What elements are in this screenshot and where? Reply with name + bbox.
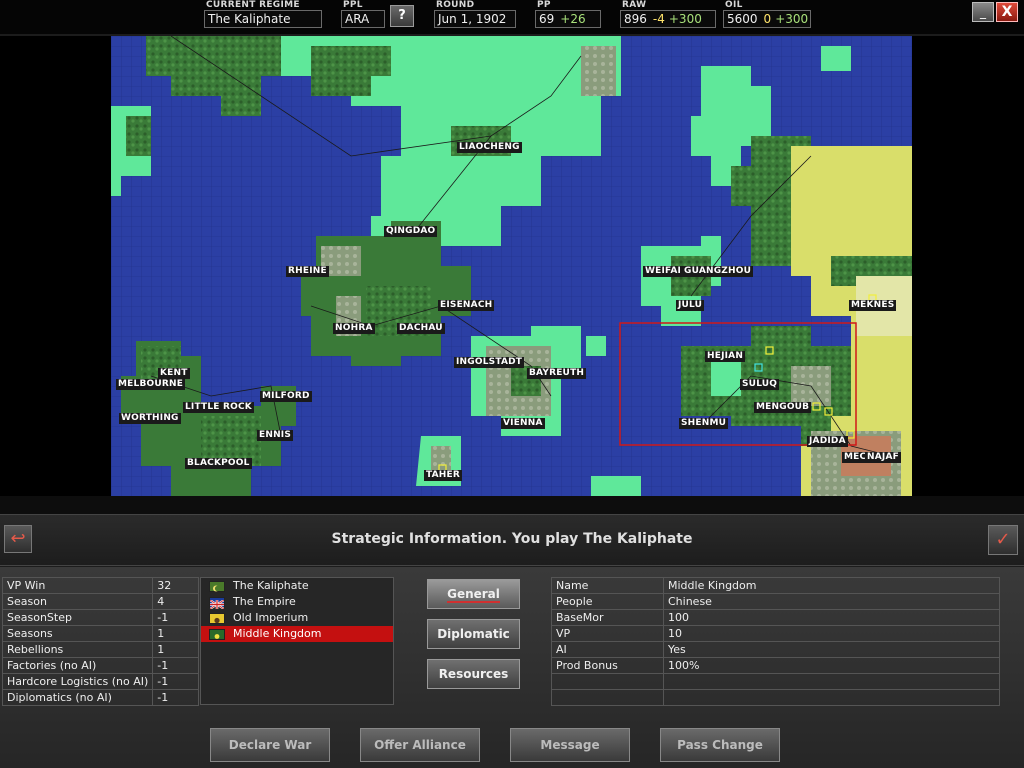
city-label[interactable]: NOHRA — [333, 323, 375, 334]
city-label[interactable]: EISENACH — [438, 300, 495, 311]
city-label[interactable]: BLACKPOOL — [185, 458, 252, 469]
city-label[interactable]: LIAOCHENG — [457, 142, 522, 153]
minimize-button[interactable]: _ — [972, 2, 994, 22]
city-label[interactable]: JULU — [676, 300, 705, 311]
city-label[interactable]: NAJAF — [865, 452, 901, 463]
city-label[interactable]: HEJIAN — [705, 351, 746, 362]
city-label[interactable]: INGOLSTADT — [454, 357, 525, 368]
regime-label: CURRENT REGIME — [206, 0, 300, 10]
middle-kingdom-flag-icon — [209, 629, 225, 640]
city-label[interactable]: JADIDA — [807, 436, 848, 447]
map-border-left — [0, 36, 111, 496]
confirm-button[interactable]: ✓ — [988, 525, 1018, 555]
top-status-bar: CURRENT REGIME The Kaliphate PPL ARA ? R… — [0, 0, 1024, 34]
current-regime-field: The Kaliphate — [204, 10, 322, 28]
tab-general[interactable]: General — [427, 579, 520, 609]
city-label[interactable]: MENGOUB — [754, 402, 812, 413]
city-label[interactable]: QINGDAO — [384, 226, 438, 237]
city-label[interactable]: MELBOURNE — [116, 379, 186, 390]
tab-resources[interactable]: Resources — [427, 659, 520, 689]
city-label[interactable]: ENNIS — [257, 430, 294, 441]
table-row — [551, 673, 1000, 690]
map-bottom-border — [0, 496, 1024, 514]
regime-item-middle-kingdom[interactable]: Middle Kingdom — [201, 626, 393, 642]
strategic-map[interactable]: LIAOCHENG QINGDAO RHEINE EISENACH NOHRA … — [111, 36, 912, 496]
round-label: ROUND — [436, 0, 475, 10]
table-row: AI Yes — [551, 641, 1000, 658]
regime-item-kaliphate[interactable]: The Kaliphate — [201, 578, 393, 594]
message-button[interactable]: Message — [510, 728, 630, 762]
raw-label: RAW — [622, 0, 647, 10]
table-row: People Chinese — [551, 593, 1000, 610]
oil-label: OIL — [725, 0, 743, 10]
city-label[interactable]: VIENNA — [501, 418, 545, 429]
table-row — [551, 689, 1000, 706]
regime-list: The Kaliphate The Empire Old Imperium Mi… — [200, 577, 394, 705]
city-label[interactable]: KENT — [158, 368, 190, 379]
ppl-label: PPL — [343, 0, 363, 10]
close-button[interactable]: X — [996, 2, 1018, 22]
city-label[interactable]: SULUQ — [740, 379, 780, 390]
tab-diplomatic[interactable]: Diplomatic — [427, 619, 520, 649]
empire-flag-icon — [209, 597, 225, 610]
table-row: Name Middle Kingdom — [551, 577, 1000, 594]
declare-war-button[interactable]: Declare War — [210, 728, 330, 762]
table-row: BaseMor 100 — [551, 609, 1000, 626]
table-row: VP Win 32 — [1, 577, 200, 594]
city-label[interactable]: MILFORD — [260, 391, 312, 402]
oil-field: 5600 0 +300 — [723, 10, 811, 28]
city-label[interactable]: LITTLE ROCK — [183, 402, 254, 413]
strategic-info-panel: VP Win 32 Season 4 SeasonStep -1 Seasons 1 R… — [0, 567, 1024, 768]
pass-change-button[interactable]: Pass Change — [660, 728, 780, 762]
strategic-info-message: Strategic Information. You play The Kali… — [331, 531, 693, 547]
round-field: Jun 1, 1902 — [434, 10, 516, 28]
city-label[interactable]: GUANGZHOU — [682, 266, 754, 277]
city-label[interactable]: RHEINE — [286, 266, 329, 277]
message-bar: ↩ Strategic Information. You play The Ka… — [0, 514, 1024, 566]
city-label[interactable]: DACHAU — [397, 323, 445, 334]
imperium-flag-icon — [209, 613, 225, 624]
pp-field: 69 +26 — [535, 10, 601, 28]
regime-item-empire[interactable]: The Empire — [201, 594, 393, 610]
city-label[interactable]: SHENMU — [679, 418, 729, 429]
city-label[interactable]: WORTHING — [119, 413, 181, 424]
map-border-right — [912, 36, 1024, 496]
table-row: Rebellions 1 — [1, 641, 200, 658]
regime-info-table: Name Middle Kingdom People Chinese BaseMor… — [551, 577, 1000, 706]
city-label[interactable]: MEKNES — [849, 300, 897, 311]
table-row: Hardcore Logistics (no AI) -1 — [1, 673, 200, 690]
offer-alliance-button[interactable]: Offer Alliance — [360, 728, 480, 762]
table-row: Season 4 — [1, 593, 200, 610]
ppl-field: ARA — [341, 10, 385, 28]
raw-field: 896 -4 +300 — [620, 10, 716, 28]
city-label[interactable]: WEIFAI — [643, 266, 684, 277]
table-row: Seasons 1 — [1, 625, 200, 642]
table-row: Diplomatics (no AI) -1 — [1, 689, 200, 706]
city-label[interactable]: BAYREUTH — [527, 368, 587, 379]
kaliphate-flag-icon — [209, 581, 225, 592]
table-row: Prod Bonus 100% — [551, 657, 1000, 674]
regime-item-old-imperium[interactable]: Old Imperium — [201, 610, 393, 626]
table-row: Factories (no AI) -1 — [1, 657, 200, 674]
table-row: VP 10 — [551, 625, 1000, 642]
help-button[interactable]: ? — [390, 5, 414, 27]
victory-settings-table: VP Win 32 Season 4 SeasonStep -1 Seasons 1 R… — [1, 577, 200, 706]
city-label[interactable]: TAHER — [424, 470, 463, 481]
pp-label: PP — [537, 0, 551, 10]
table-row: SeasonStep -1 — [1, 609, 200, 626]
